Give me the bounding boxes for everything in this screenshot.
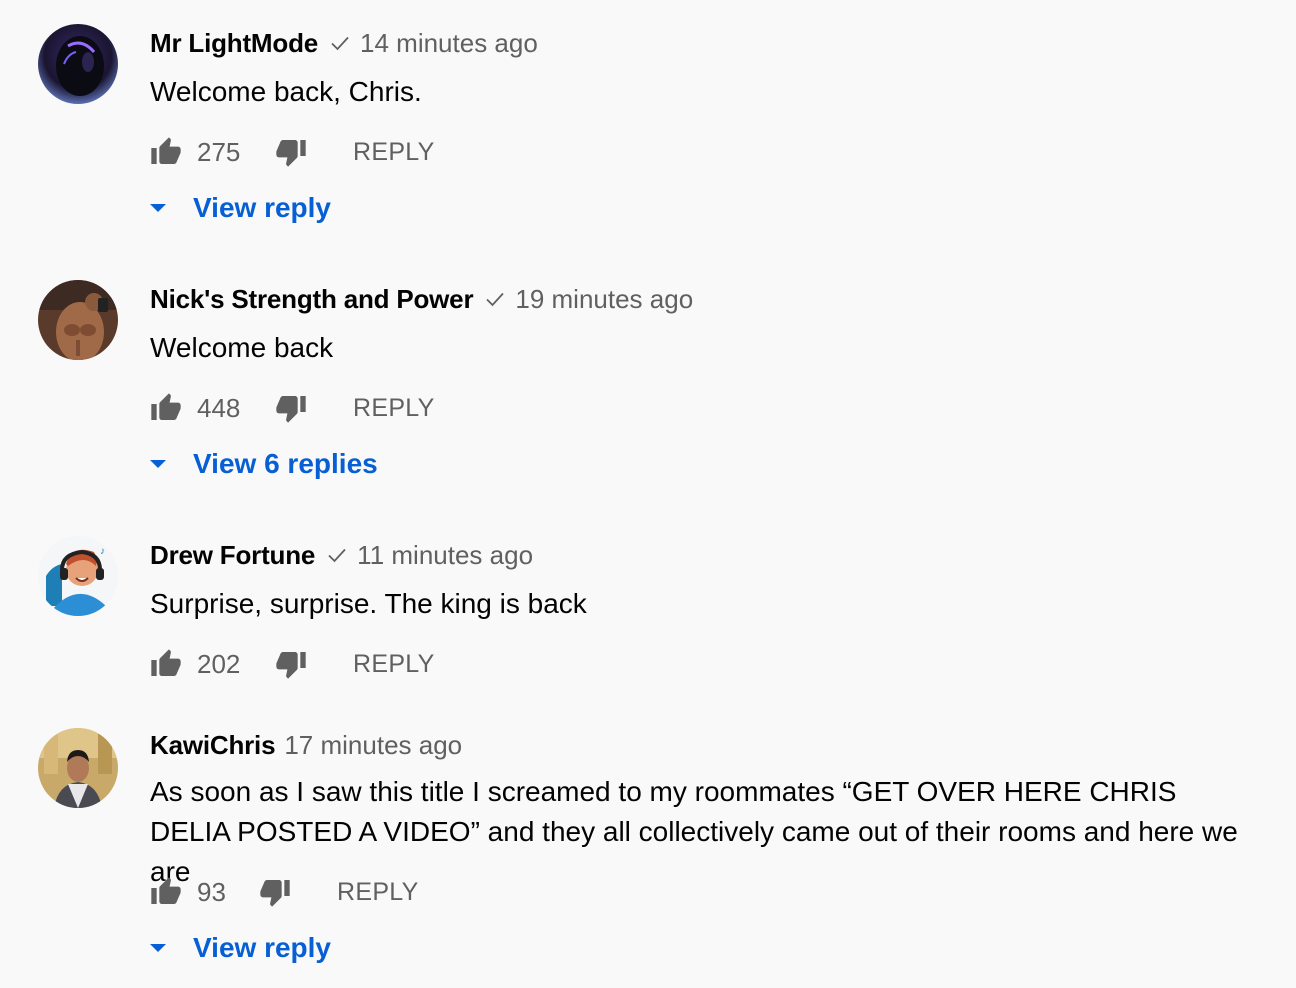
reply-button[interactable]: REPLY (337, 878, 419, 907)
comment-header: Mr LightMode 14 minutes ago (150, 26, 538, 60)
comment-timestamp[interactable]: 11 minutes ago (357, 540, 533, 571)
like-button[interactable] (150, 648, 182, 680)
like-button[interactable] (150, 136, 182, 168)
avatar[interactable] (38, 24, 118, 104)
reply-button[interactable]: REPLY (353, 138, 435, 167)
svg-text:♪: ♪ (100, 546, 105, 557)
avatar[interactable] (38, 728, 118, 808)
comment-actions: 275 REPLY (150, 134, 435, 170)
thumbs-down-icon (260, 880, 290, 907)
comment-actions: 202 REPLY (150, 646, 435, 682)
author-name[interactable]: Mr LightMode (150, 28, 318, 59)
view-replies-label: View 6 replies (193, 448, 378, 479)
view-replies-label: View reply (193, 932, 332, 963)
like-count: 448 (197, 392, 241, 423)
comment-header: KawiChris 17 minutes ago (150, 728, 462, 762)
comment-timestamp[interactable]: 14 minutes ago (360, 28, 538, 59)
check-icon (325, 543, 349, 567)
dislike-button[interactable] (275, 648, 307, 680)
like-count: 275 (197, 136, 241, 167)
thumbs-up-icon (151, 137, 181, 164)
like-count: 93 (197, 876, 226, 907)
avatar[interactable] (38, 280, 118, 360)
dislike-button[interactable] (275, 392, 307, 424)
comment-actions: 93 REPLY (150, 874, 419, 910)
thumbs-up-icon (151, 877, 181, 904)
comment-actions: 448 REPLY (150, 390, 435, 426)
view-replies-button[interactable]: View reply (148, 190, 331, 226)
dislike-button[interactable] (259, 876, 291, 908)
comment-timestamp[interactable]: 19 minutes ago (515, 284, 693, 315)
author-name[interactable]: KawiChris (150, 730, 276, 761)
view-replies-button[interactable]: View 6 replies (148, 446, 378, 482)
author-name[interactable]: Nick's Strength and Power (150, 284, 474, 315)
caret-down-icon (148, 942, 168, 954)
comment-text: Welcome back, Chris. (150, 76, 422, 107)
thumbs-up-icon (151, 649, 181, 676)
thumbs-down-icon (276, 396, 306, 423)
reply-button[interactable]: REPLY (353, 394, 435, 423)
view-replies-button[interactable]: View reply (148, 930, 331, 966)
comment-timestamp[interactable]: 17 minutes ago (284, 730, 462, 761)
dislike-button[interactable] (275, 136, 307, 168)
check-icon (483, 287, 507, 311)
view-replies-label: View reply (193, 192, 332, 223)
like-button[interactable] (150, 876, 182, 908)
check-icon (328, 31, 352, 55)
comment-header: Drew Fortune 11 minutes ago (150, 538, 533, 572)
reply-button[interactable]: REPLY (353, 650, 435, 679)
avatar[interactable]: ♪ (38, 536, 118, 616)
like-button[interactable] (150, 392, 182, 424)
like-count: 202 (197, 648, 241, 679)
author-name[interactable]: Drew Fortune (150, 540, 315, 571)
thumbs-up-icon (151, 393, 181, 420)
comment-header: Nick's Strength and Power 19 minutes ago (150, 282, 693, 316)
comment-text: Welcome back (150, 332, 334, 363)
thumbs-down-icon (276, 652, 306, 679)
caret-down-icon (148, 458, 168, 470)
comment-text: Surprise, surprise. The king is back (150, 588, 587, 619)
caret-down-icon (148, 202, 168, 214)
thumbs-down-icon (276, 140, 306, 167)
